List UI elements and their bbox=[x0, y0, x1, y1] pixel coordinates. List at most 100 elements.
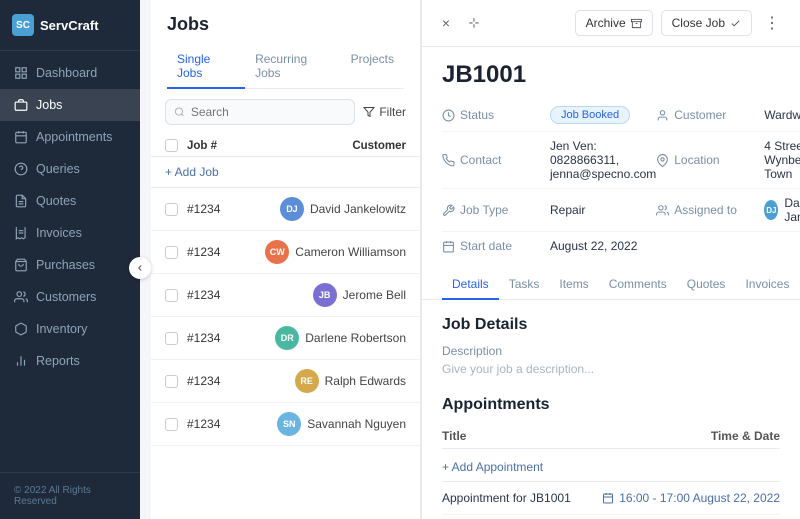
sidebar-label-appointments: Appointments bbox=[36, 130, 112, 144]
job-customer: SN Savannah Nguyen bbox=[277, 412, 406, 436]
table-row[interactable]: #1234 DJ David Jankelowitz bbox=[151, 188, 420, 231]
sidebar-item-invoices[interactable]: Invoices bbox=[0, 217, 140, 249]
sidebar-label-queries: Queries bbox=[36, 162, 80, 176]
sidebar-item-dashboard[interactable]: Dashboard bbox=[0, 57, 140, 89]
sidebar-label-purchases: Purchases bbox=[36, 258, 95, 272]
job-number: #1234 bbox=[187, 245, 265, 259]
table-row[interactable]: #1234 DR Darlene Robertson bbox=[151, 317, 420, 360]
job-details-section-title: Job Details bbox=[442, 316, 780, 334]
sidebar-item-appointments[interactable]: Appointments bbox=[0, 121, 140, 153]
logo-icon: SC bbox=[12, 14, 34, 36]
tab-projects[interactable]: Projects bbox=[341, 45, 404, 89]
box-icon bbox=[14, 322, 28, 336]
bar-chart-icon bbox=[14, 354, 28, 368]
shopping-bag-icon bbox=[14, 258, 28, 272]
status-badge: Job Booked bbox=[550, 106, 630, 124]
avatar: CW bbox=[265, 240, 289, 264]
close-job-button[interactable]: Close Job bbox=[661, 10, 752, 36]
sidebar-item-inventory[interactable]: Inventory bbox=[0, 313, 140, 345]
job-customer: RE Ralph Edwards bbox=[295, 369, 406, 393]
status-field: Status Job Booked bbox=[442, 99, 656, 132]
tab-quotes[interactable]: Quotes bbox=[677, 270, 736, 300]
location-value: 4 Street, Wynberg, Cape Town bbox=[764, 139, 800, 181]
sidebar-label-quotes: Quotes bbox=[36, 194, 76, 208]
table-row[interactable]: #1234 JB Jerome Bell bbox=[151, 274, 420, 317]
add-job-row[interactable]: + Add Job bbox=[151, 157, 420, 188]
chevron-left-icon bbox=[135, 263, 145, 273]
sidebar-label-invoices: Invoices bbox=[36, 226, 82, 240]
contact-value: Jen Ven: 0828866311, jenna@specno.com bbox=[550, 139, 656, 181]
sidebar-item-jobs[interactable]: Jobs bbox=[0, 89, 140, 121]
sidebar-footer: © 2022 All Rights Reserved bbox=[0, 472, 140, 519]
wrench-icon bbox=[442, 204, 455, 217]
header-checkbox[interactable] bbox=[165, 139, 178, 152]
row-checkbox[interactable] bbox=[165, 203, 178, 216]
description-label: Description bbox=[442, 344, 780, 358]
sidebar-label-inventory: Inventory bbox=[36, 322, 87, 336]
row-checkbox[interactable] bbox=[165, 332, 178, 345]
tab-invoices[interactable]: Invoices bbox=[735, 270, 799, 300]
tab-items[interactable]: Items bbox=[549, 270, 598, 300]
search-icon bbox=[174, 106, 185, 118]
close-icon[interactable]: × bbox=[438, 15, 454, 31]
job-type-field: Job Type Repair bbox=[442, 189, 656, 232]
more-options-icon[interactable]: ⋮ bbox=[760, 11, 784, 35]
start-date-field: Start date August 22, 2022 bbox=[442, 232, 656, 260]
calendar-icon bbox=[442, 240, 455, 253]
archive-button[interactable]: Archive bbox=[575, 10, 653, 36]
add-appointment-label: + Add Appointment bbox=[442, 460, 543, 474]
col-job-header: Job # bbox=[187, 140, 352, 152]
row-checkbox[interactable] bbox=[165, 418, 178, 431]
customer-field: Customer Wardworx bbox=[656, 99, 800, 132]
job-type-value: Repair bbox=[550, 203, 656, 217]
help-circle-icon bbox=[14, 162, 28, 176]
avatar: SN bbox=[277, 412, 301, 436]
table-row[interactable]: #1234 SN Savannah Nguyen bbox=[151, 403, 420, 446]
apt-col-date-header: Time & Date bbox=[711, 429, 780, 443]
appointment-title: Appointment for JB1001 bbox=[442, 491, 602, 505]
row-checkbox[interactable] bbox=[165, 289, 178, 302]
detail-topbar: × ⊹ Archive Close Job ⋮ bbox=[422, 0, 800, 47]
add-appointment-button[interactable]: + Add Appointment bbox=[442, 453, 780, 482]
tab-details[interactable]: Details bbox=[442, 270, 499, 300]
appointments-section: Appointments Title Time & Date + Add App… bbox=[442, 396, 780, 515]
tab-single-jobs[interactable]: Single Jobs bbox=[167, 45, 245, 89]
row-checkbox[interactable] bbox=[165, 246, 178, 259]
sidebar-item-purchases[interactable]: Purchases bbox=[0, 249, 140, 281]
sidebar-item-customers[interactable]: Customers bbox=[0, 281, 140, 313]
jobs-search-row: Filter bbox=[151, 89, 420, 135]
list-item[interactable]: Appointment for JB1001 16:00 - 17:00 Aug… bbox=[442, 482, 780, 515]
row-checkbox[interactable] bbox=[165, 375, 178, 388]
phone-icon bbox=[442, 154, 455, 167]
job-number: #1234 bbox=[187, 374, 295, 388]
table-row[interactable]: #1234 RE Ralph Edwards bbox=[151, 360, 420, 403]
job-number: #1234 bbox=[187, 417, 277, 431]
tab-comments[interactable]: Comments bbox=[599, 270, 677, 300]
job-number: #1234 bbox=[187, 331, 275, 345]
sidebar-label-jobs: Jobs bbox=[36, 98, 62, 112]
tab-tasks[interactable]: Tasks bbox=[499, 270, 550, 300]
status-value: Job Booked bbox=[550, 106, 656, 124]
detail-body: Job Details Description Give your job a … bbox=[422, 300, 800, 519]
sidebar-label-dashboard: Dashboard bbox=[36, 66, 97, 80]
job-number: #1234 bbox=[187, 288, 313, 302]
receipt-icon bbox=[14, 226, 28, 240]
customer-label: Customer bbox=[656, 108, 756, 122]
sidebar-nav: Dashboard Jobs Appointments Queries Quot… bbox=[0, 51, 140, 472]
assigned-value: DJ David Jankelowitz bbox=[764, 196, 800, 224]
sidebar-item-quotes[interactable]: Quotes bbox=[0, 185, 140, 217]
filter-button[interactable]: Filter bbox=[363, 105, 406, 119]
appointment-date: 16:00 - 17:00 August 22, 2022 bbox=[602, 491, 780, 505]
search-input[interactable] bbox=[191, 105, 347, 119]
tab-recurring-jobs[interactable]: Recurring Jobs bbox=[245, 45, 341, 89]
table-row[interactable]: #1234 CW Cameron Williamson bbox=[151, 231, 420, 274]
avatar: DJ bbox=[280, 197, 304, 221]
pin-icon[interactable]: ⊹ bbox=[466, 15, 482, 31]
job-customer: DJ David Jankelowitz bbox=[280, 197, 406, 221]
jobs-header: Jobs Single Jobs Recurring Jobs Projects bbox=[151, 0, 420, 89]
sidebar-collapse-button[interactable] bbox=[129, 257, 151, 279]
sidebar-item-reports[interactable]: Reports bbox=[0, 345, 140, 377]
sidebar-item-queries[interactable]: Queries bbox=[0, 153, 140, 185]
col-customer-header: Customer bbox=[352, 140, 406, 152]
jobs-search-container[interactable] bbox=[165, 99, 355, 125]
